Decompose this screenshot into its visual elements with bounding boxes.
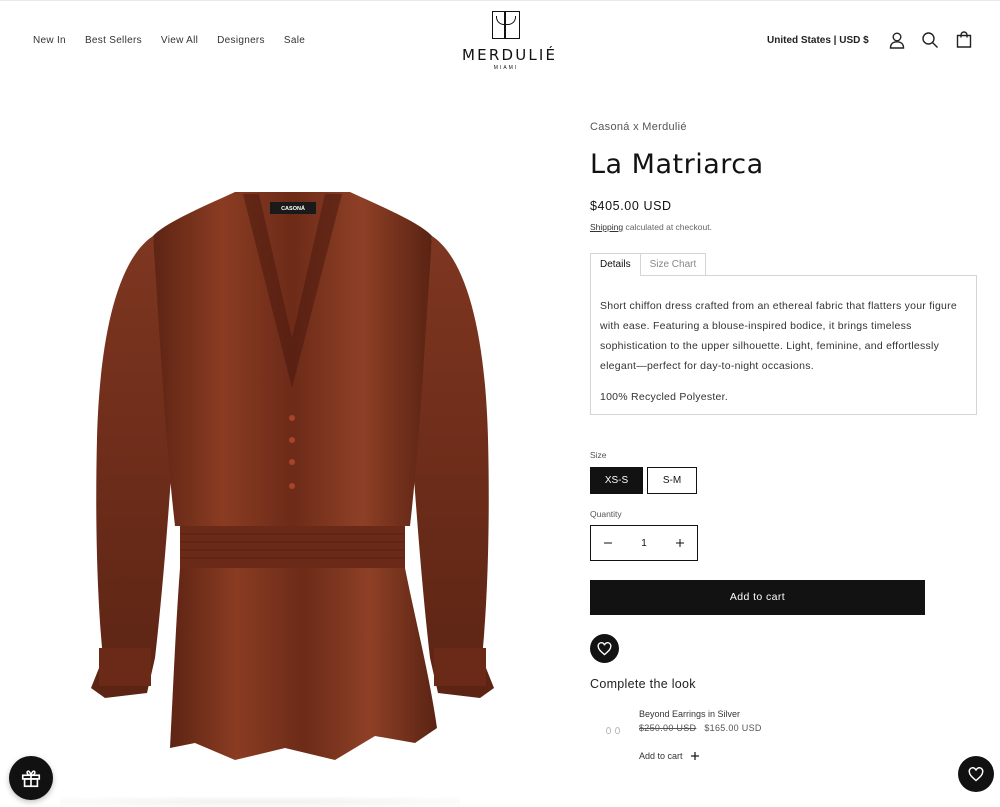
- logo-wordmark: MERDULIÉ: [462, 46, 558, 64]
- bottom-shadow: [60, 797, 460, 807]
- main-nav: New In Best Sellers View All Designers S…: [33, 35, 324, 46]
- details-panel: Short chiffon dress crafted from an ethe…: [590, 275, 977, 415]
- floating-wishlist-button[interactable]: [958, 756, 994, 792]
- cart-icon[interactable]: [955, 31, 973, 49]
- product-vendor: Casoná x Merdulié: [590, 121, 687, 133]
- quantity-label: Quantity: [590, 509, 622, 519]
- look-item-price: $250.00 USD $165.00 USD: [639, 723, 762, 733]
- quantity-stepper: 1: [590, 525, 698, 561]
- shipping-note-text: calculated at checkout.: [623, 222, 712, 232]
- nav-best-sellers[interactable]: Best Sellers: [85, 35, 142, 46]
- heart-icon: [597, 641, 612, 656]
- country-currency-selector[interactable]: United States | USD $: [767, 35, 869, 46]
- rewards-gift-button[interactable]: [9, 756, 53, 800]
- look-item-image[interactable]: [598, 716, 628, 744]
- tab-size-chart[interactable]: Size Chart: [640, 253, 707, 276]
- product-title: La Matriarca: [590, 149, 764, 180]
- garment-label-brand: CASONÁ: [281, 205, 305, 212]
- size-option-xs-s[interactable]: XS-S: [590, 467, 643, 494]
- product-description: Short chiffon dress crafted from an ethe…: [600, 300, 957, 372]
- wishlist-button[interactable]: [590, 634, 619, 663]
- logo-mark-icon: [492, 11, 520, 39]
- shipping-note: Shipping calculated at checkout.: [590, 222, 712, 232]
- nav-designers[interactable]: Designers: [217, 35, 265, 46]
- look-add-label: Add to cart: [639, 751, 683, 761]
- size-label: Size: [590, 450, 607, 460]
- look-item-name[interactable]: Beyond Earrings in Silver: [639, 709, 740, 719]
- nav-new-in[interactable]: New In: [33, 35, 66, 46]
- product-image[interactable]: CASONÁ: [85, 188, 500, 763]
- add-to-cart-button[interactable]: Add to cart: [590, 580, 925, 615]
- nav-view-all[interactable]: View All: [161, 35, 198, 46]
- search-icon[interactable]: [921, 31, 939, 49]
- heart-icon: [968, 766, 984, 781]
- size-options: XS-S S-M: [590, 467, 697, 494]
- minus-icon[interactable]: [603, 538, 613, 548]
- shipping-link[interactable]: Shipping: [590, 222, 623, 232]
- look-item-sale-price: $165.00 USD: [704, 723, 762, 733]
- plus-icon[interactable]: [675, 538, 685, 548]
- tab-details[interactable]: Details: [590, 253, 641, 276]
- account-icon[interactable]: [888, 31, 906, 49]
- look-item-compare-price: $250.00 USD: [639, 723, 697, 733]
- complete-the-look-title: Complete the look: [590, 677, 696, 691]
- product-tabs: Details Size Chart: [590, 253, 707, 276]
- gift-icon: [21, 770, 41, 788]
- site-header: New In Best Sellers View All Designers S…: [0, 0, 1000, 80]
- site-logo[interactable]: MERDULIÉ MIAMI: [462, 11, 558, 71]
- plus-icon: [690, 752, 699, 760]
- product-material: 100% Recycled Polyester.: [600, 391, 728, 403]
- product-price: $405.00 USD: [590, 199, 672, 213]
- look-item-add-to-cart[interactable]: Add to cart: [639, 751, 700, 761]
- size-option-s-m[interactable]: S-M: [647, 467, 697, 494]
- logo-subtitle: MIAMI: [493, 65, 519, 71]
- nav-sale[interactable]: Sale: [284, 35, 305, 46]
- quantity-value[interactable]: 1: [641, 538, 647, 549]
